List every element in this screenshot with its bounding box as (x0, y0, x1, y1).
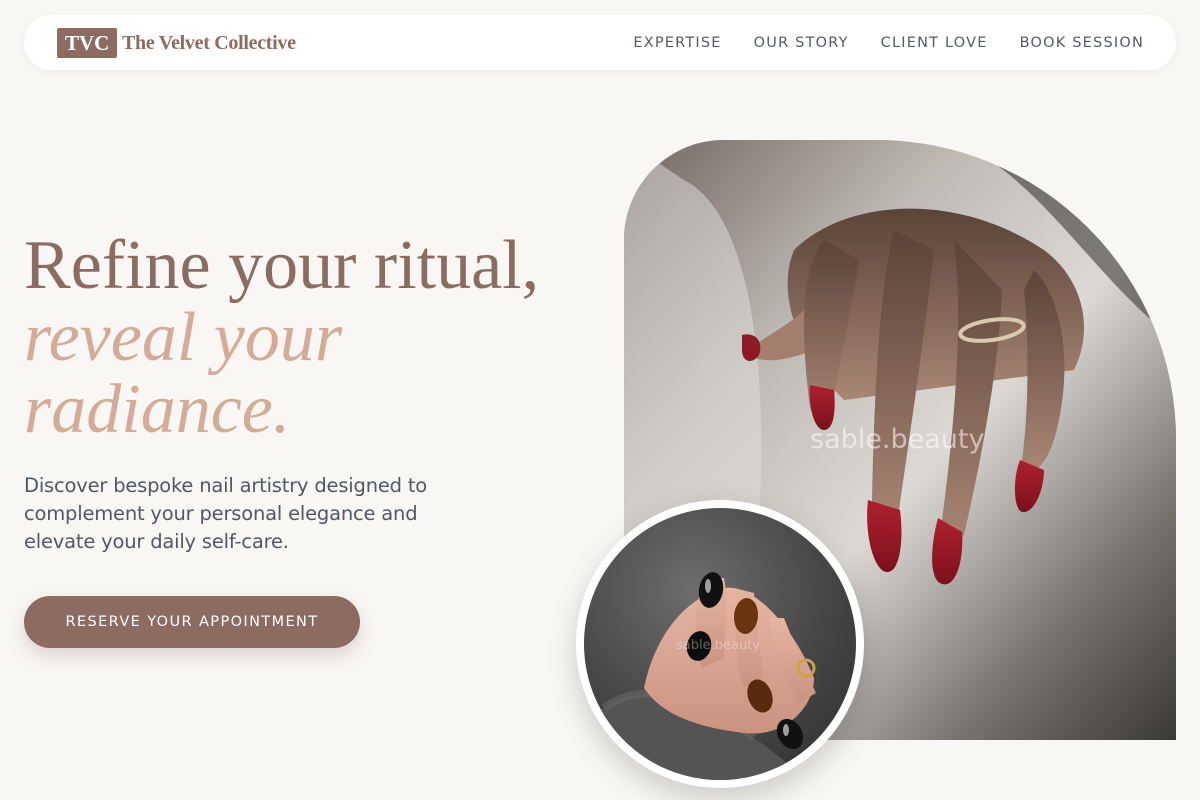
reserve-appointment-button[interactable]: RESERVE YOUR APPOINTMENT (24, 596, 360, 648)
hero-headline: Refine your ritual, reveal your radiance… (24, 230, 539, 446)
headline-line-1: Refine your ritual, (24, 227, 540, 304)
nav-link-book-session[interactable]: BOOK SESSION (1020, 35, 1144, 51)
photo-watermark: sable.beauty (810, 424, 985, 455)
nav-link-our-story[interactable]: OUR STORY (754, 35, 849, 51)
nav-link-expertise[interactable]: EXPERTISE (633, 35, 721, 51)
headline-line-2: reveal your (24, 299, 343, 376)
headline-line-3: radiance. (24, 371, 291, 448)
circle-photo-watermark: sable.beauty (676, 638, 760, 653)
hero-description: Discover bespoke nail artistry designed … (24, 474, 428, 553)
nav-link-client-love[interactable]: CLIENT LOVE (881, 35, 988, 51)
brand-name[interactable]: The Velvet Collective (122, 29, 296, 57)
logo-badge[interactable]: TVC (57, 28, 118, 58)
top-navbar: TVC The Velvet Collective EXPERTISE OUR … (24, 15, 1176, 70)
nav-links: EXPERTISE OUR STORY CLIENT LOVE BOOK SES… (633, 15, 1144, 70)
